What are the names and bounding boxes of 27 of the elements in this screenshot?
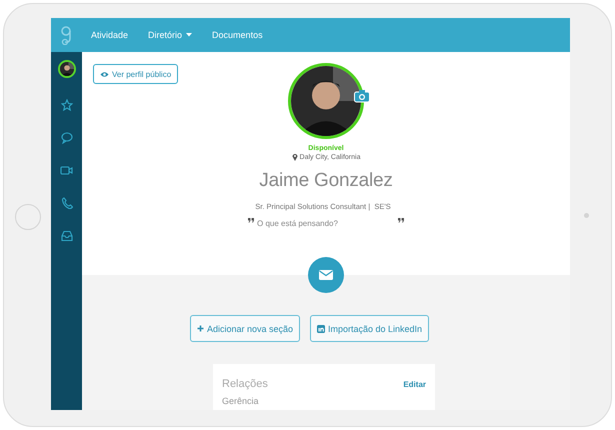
camera-icon[interactable] [354, 89, 370, 103]
linkedin-icon [317, 324, 325, 332]
camera-dot [584, 213, 589, 218]
avatar[interactable] [58, 60, 76, 78]
nav-link[interactable]: Atividade [91, 30, 128, 40]
envelope-icon [319, 270, 333, 280]
section-item: Gerência [222, 396, 260, 406]
eye-icon [100, 70, 109, 78]
close-quote-icon [398, 217, 404, 223]
video-camera-icon[interactable] [60, 165, 73, 176]
phone-icon[interactable] [60, 197, 72, 209]
location-pin-icon [292, 153, 298, 161]
inbox-icon[interactable] [60, 230, 72, 242]
edit-link[interactable]: Editar [403, 380, 426, 388]
nav-link[interactable]: Diretório [148, 30, 192, 40]
section-title: Relações [222, 378, 268, 390]
open-quote-icon [248, 217, 254, 223]
add-section-button[interactable]: Adicionar nova seção [190, 315, 300, 342]
chat-icon[interactable] [60, 132, 72, 144]
nav-link[interactable]: Documentos [212, 30, 263, 40]
plus-icon [196, 325, 204, 332]
status-input[interactable]: O que está pensando? [257, 217, 381, 230]
linkedin-import-button[interactable]: Importação do LinkedIn [310, 315, 430, 342]
public-profile-button[interactable]: Ver perfil público [93, 64, 178, 84]
message-button[interactable] [308, 257, 344, 293]
profile-name: Jaime Gonzalez [259, 170, 393, 192]
star-icon[interactable] [60, 99, 72, 111]
